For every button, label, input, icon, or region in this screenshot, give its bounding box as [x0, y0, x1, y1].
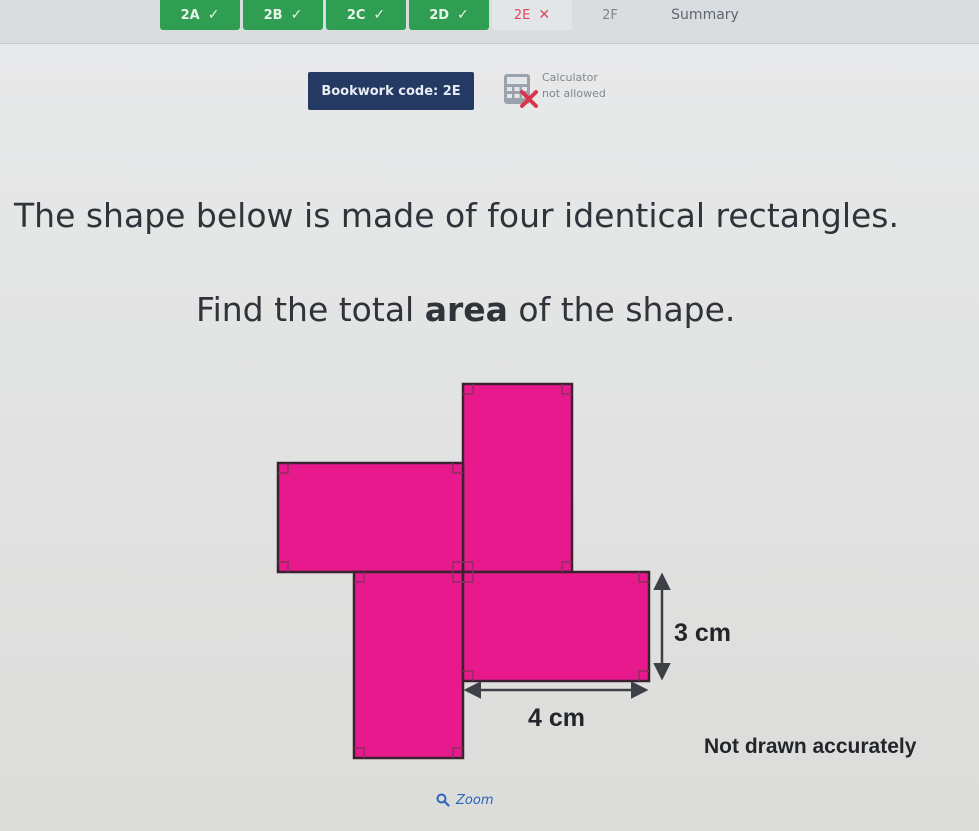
- calculator-label: Calculator: [542, 71, 598, 84]
- bookwork-code-badge: Bookwork code: 2E: [308, 72, 474, 110]
- rectangle-top: [461, 382, 574, 574]
- tab-2c[interactable]: 2C ✓: [326, 0, 406, 30]
- cross-icon: ✕: [538, 7, 551, 23]
- prompt-keyword: area: [424, 290, 508, 329]
- rectangle-left: [276, 461, 465, 574]
- tab-2b[interactable]: 2B ✓: [243, 0, 323, 30]
- prompt-text: Find the total: [196, 290, 425, 329]
- check-icon: ✓: [373, 7, 386, 23]
- tab-label: 2A: [180, 7, 200, 23]
- calculator-status: Calculator not allowed: [542, 70, 632, 102]
- tab-label: Summary: [671, 7, 739, 23]
- height-label: 3 cm: [674, 619, 731, 647]
- check-icon: ✓: [207, 7, 220, 23]
- task-tab-bar: 2A ✓ 2B ✓ 2C ✓ 2D ✓ 2E ✕ 2F Summary: [0, 0, 979, 44]
- rectangle-right: [461, 570, 651, 683]
- tab-2a[interactable]: 2A ✓: [160, 0, 240, 30]
- tab-label: 2D: [429, 7, 450, 23]
- tab-label: 2B: [263, 7, 283, 23]
- tab-label: 2F: [602, 7, 618, 23]
- tab-2f[interactable]: 2F: [575, 0, 645, 30]
- calculator-allowed-status: not allowed: [542, 87, 606, 100]
- tab-summary[interactable]: Summary: [655, 0, 755, 30]
- rectangle-bottom: [352, 570, 465, 760]
- prompt-text: of the shape.: [507, 290, 736, 329]
- tab-label: 2E: [513, 7, 531, 23]
- tab-2d[interactable]: 2D ✓: [409, 0, 489, 30]
- not-to-scale-note: Not drawn accurately: [704, 735, 917, 758]
- check-icon: ✓: [457, 7, 469, 23]
- tab-2e[interactable]: 2E ✕: [492, 0, 572, 30]
- zoom-label: Zoom: [456, 792, 494, 808]
- magnifier-icon: [436, 793, 450, 807]
- question-prompt: Find the total area of the shape.: [196, 290, 896, 329]
- width-label: 4 cm: [528, 704, 585, 732]
- four-rectangles-diagram: 3 cm 4 cm Not drawn accurately: [276, 382, 917, 760]
- calculator-not-allowed-icon: [504, 74, 538, 108]
- question-statement: The shape below is made of four identica…: [14, 196, 899, 235]
- tab-label: 2C: [346, 7, 366, 23]
- zoom-button[interactable]: Zoom: [436, 788, 493, 812]
- check-icon: ✓: [290, 7, 303, 23]
